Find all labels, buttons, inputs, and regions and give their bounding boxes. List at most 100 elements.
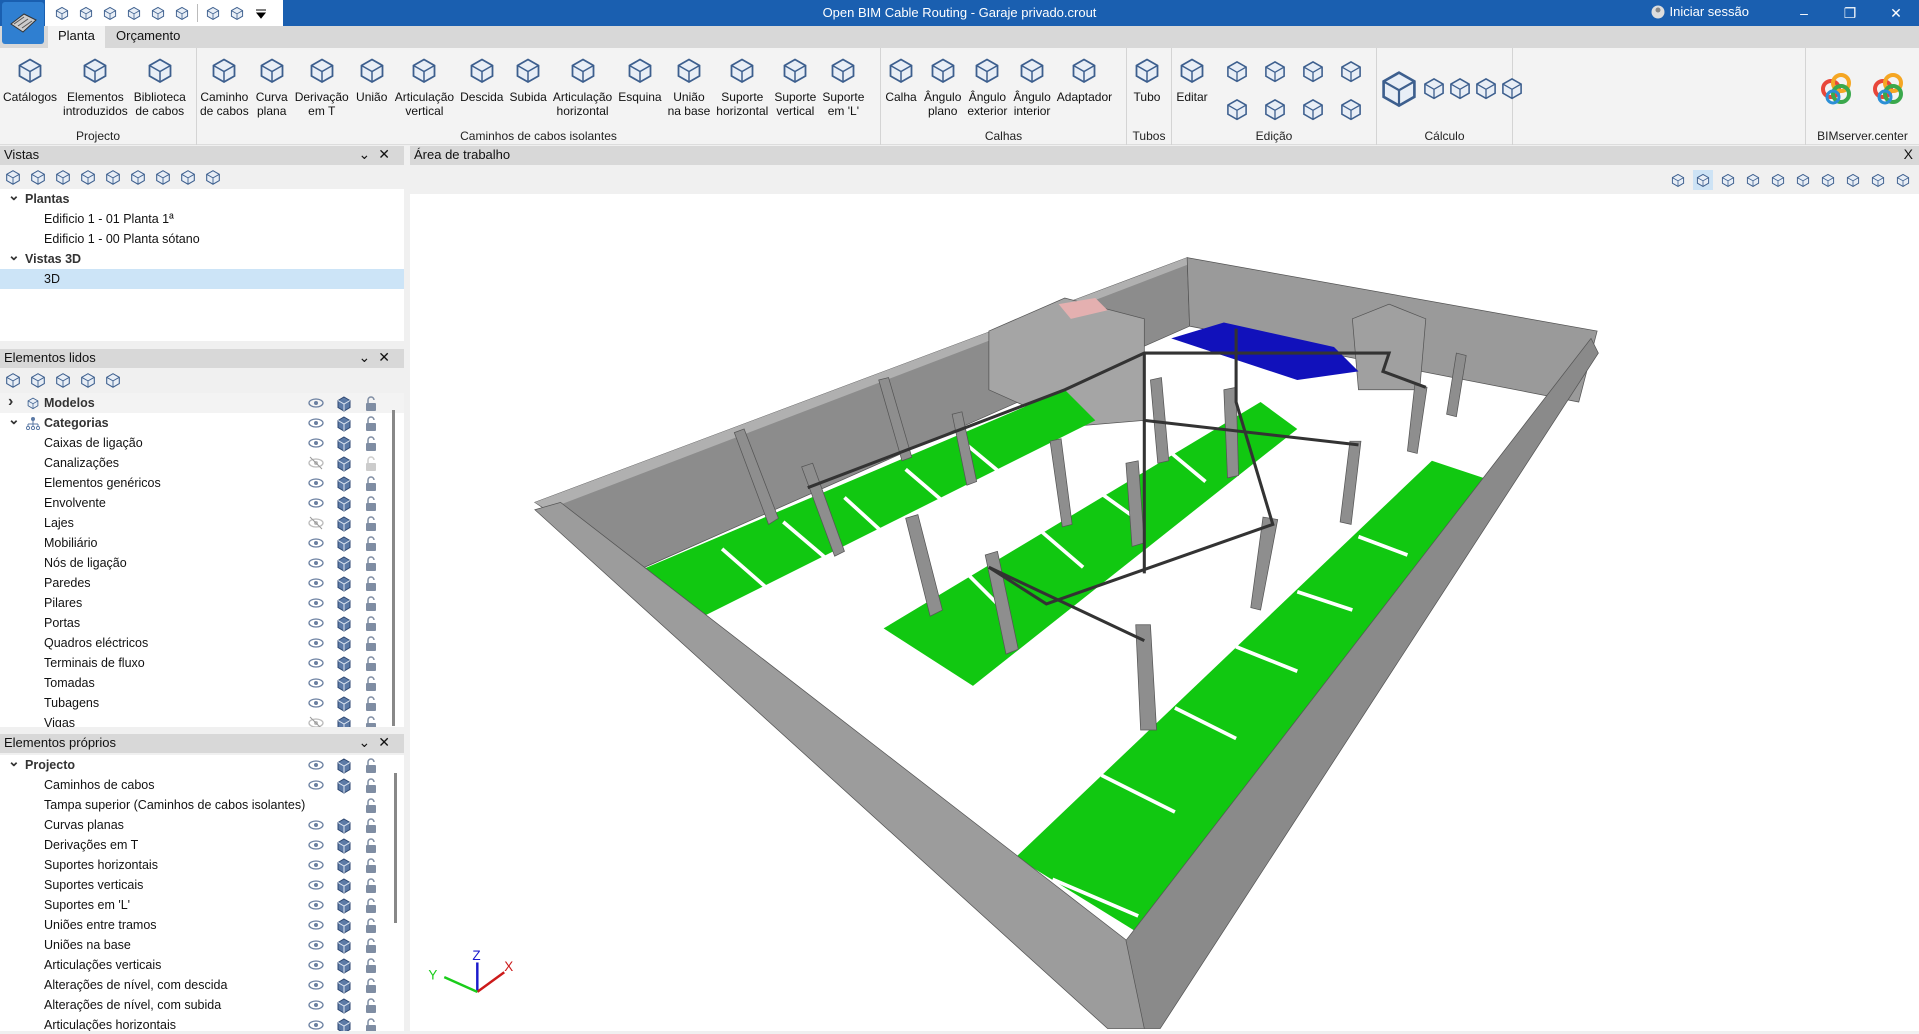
- eye-icon[interactable]: [308, 656, 324, 670]
- tree-item[interactable]: Suportes verticais: [0, 875, 404, 895]
- copy-button[interactable]: [1218, 52, 1256, 90]
- tree-item[interactable]: Tampa superior (Caminhos de cabos isolan…: [0, 795, 404, 815]
- app-menu-button[interactable]: [2, 2, 44, 44]
- caminho-de-cabos-button[interactable]: Caminho de cabos: [197, 52, 252, 124]
- lock-open-icon[interactable]: [364, 918, 380, 933]
- selectable-cube-icon[interactable]: [336, 536, 352, 552]
- isolate-button[interactable]: [79, 371, 97, 389]
- tree-item[interactable]: Derivações em T: [0, 835, 404, 855]
- hide-button[interactable]: [1718, 170, 1738, 190]
- chevron-right-icon[interactable]: ›: [8, 393, 13, 411]
- delete-view-button[interactable]: [79, 168, 97, 186]
- eye-hidden-icon[interactable]: [308, 716, 324, 727]
- collapse-button[interactable]: [29, 371, 47, 389]
- eye-icon[interactable]: [308, 636, 324, 650]
- eye-hidden-icon[interactable]: [308, 516, 324, 530]
- selectable-cube-icon[interactable]: [336, 878, 352, 894]
- 3d-view-button[interactable]: [1893, 170, 1913, 190]
- tree-item[interactable]: Articulações horizontais: [0, 1015, 404, 1031]
- angulo-plano-button[interactable]: Ângulo plano: [921, 52, 964, 124]
- close-button[interactable]: ✕: [1873, 0, 1919, 26]
- eye-icon[interactable]: [308, 396, 324, 410]
- tree-item[interactable]: Terminais de fluxo: [0, 653, 404, 673]
- articulacao-horizontal-button[interactable]: Articulação horizontal: [550, 52, 615, 124]
- biblioteca-de-cabos-button[interactable]: Biblioteca de cabos: [131, 52, 189, 124]
- tree-item[interactable]: Edificio 1 - 00 Planta sótano: [0, 229, 404, 249]
- tree-group-projecto[interactable]: ⌄ Projecto: [0, 755, 404, 775]
- esquina-button[interactable]: Esquina: [615, 52, 664, 124]
- eye-icon[interactable]: [308, 898, 324, 912]
- selectable-cube-icon[interactable]: [336, 616, 352, 632]
- tree-item[interactable]: Pilares: [0, 593, 404, 613]
- close-icon[interactable]: ✕: [378, 734, 398, 750]
- lock-open-icon[interactable]: [364, 436, 380, 451]
- axes-button[interactable]: [1668, 170, 1688, 190]
- view-eye-button[interactable]: [104, 168, 122, 186]
- tree-item[interactable]: Articulações verticais: [0, 955, 404, 975]
- tree-item[interactable]: Curvas planas: [0, 815, 404, 835]
- close-icon[interactable]: ✕: [378, 349, 398, 365]
- lock-open-icon[interactable]: [364, 556, 380, 571]
- lock-open-icon[interactable]: [364, 716, 380, 727]
- selectable-cube-icon[interactable]: [336, 476, 352, 492]
- scale-button[interactable]: [1294, 90, 1332, 128]
- tab-orcamento[interactable]: Orçamento: [106, 26, 190, 48]
- eye-icon[interactable]: [308, 978, 324, 992]
- orbit-center-button[interactable]: [1743, 170, 1763, 190]
- selectable-cube-icon[interactable]: [336, 496, 352, 512]
- tree-item[interactable]: Suportes horizontais: [0, 855, 404, 875]
- tree-item[interactable]: Envolvente: [0, 493, 404, 513]
- lock-open-icon[interactable]: [364, 978, 380, 993]
- selectable-cube-icon[interactable]: [336, 696, 352, 712]
- selectable-cube-icon[interactable]: [336, 818, 352, 834]
- eye-icon[interactable]: [308, 778, 324, 792]
- selectable-cube-icon[interactable]: [336, 676, 352, 692]
- eye-icon[interactable]: [308, 818, 324, 832]
- render-button[interactable]: [1843, 170, 1863, 190]
- edit-view-button[interactable]: [29, 168, 47, 186]
- lock-open-icon[interactable]: [364, 778, 380, 793]
- eye-icon[interactable]: [308, 436, 324, 450]
- lock-open-icon[interactable]: [364, 1018, 380, 1031]
- tree-group-vistas-3d[interactable]: ⌄ Vistas 3D: [0, 247, 404, 269]
- check-trays-button[interactable]: [1421, 52, 1447, 124]
- eye-icon[interactable]: [308, 938, 324, 952]
- articulacao-vertical-button[interactable]: Articulação vertical: [392, 52, 457, 124]
- tubo-button[interactable]: Tubo: [1127, 52, 1167, 124]
- flip-button[interactable]: [1218, 90, 1256, 128]
- selectable-cube-icon[interactable]: [336, 396, 352, 412]
- lock-open-icon[interactable]: [364, 878, 380, 893]
- collapse-icon[interactable]: ⌄: [359, 734, 379, 750]
- tree-item[interactable]: Suportes em 'L': [0, 895, 404, 915]
- eye-icon[interactable]: [308, 958, 324, 972]
- bimserver-share-button[interactable]: [1869, 67, 1909, 110]
- lock-open-icon[interactable]: [364, 798, 380, 813]
- lock-open-icon[interactable]: [364, 416, 380, 431]
- lock-open-icon[interactable]: [364, 536, 380, 551]
- chevron-down-icon[interactable]: ⌄: [8, 755, 20, 770]
- split-button[interactable]: [54, 371, 72, 389]
- lock-open-icon[interactable]: [364, 396, 380, 411]
- connection-node-button[interactable]: [1377, 52, 1421, 124]
- workspace-close-button[interactable]: X: [1904, 146, 1913, 162]
- adaptador-button[interactable]: Adaptador: [1054, 52, 1115, 124]
- lock-open-icon[interactable]: [364, 476, 380, 491]
- eye-hidden-icon[interactable]: [308, 456, 324, 470]
- tree-item[interactable]: Lajes: [0, 513, 404, 533]
- login-button[interactable]: Iniciar sessão: [1651, 4, 1749, 19]
- eye-icon[interactable]: [308, 416, 324, 430]
- erase-button[interactable]: [1256, 52, 1294, 90]
- add-view-button[interactable]: [4, 168, 22, 186]
- screenshot-edit-button[interactable]: [154, 168, 172, 186]
- tree-item[interactable]: Canalizações: [0, 453, 404, 473]
- lock-open-icon[interactable]: [364, 898, 380, 913]
- selectable-cube-icon[interactable]: [336, 778, 352, 794]
- lock-open-icon[interactable]: [364, 998, 380, 1013]
- selectable-cube-icon[interactable]: [336, 958, 352, 974]
- visibility-button[interactable]: [1868, 170, 1888, 190]
- suporte-em-l-button[interactable]: Suporte em 'L': [819, 52, 867, 124]
- copy-view-button[interactable]: [54, 168, 72, 186]
- selectable-cube-icon[interactable]: [336, 556, 352, 572]
- tree-item[interactable]: Uniões na base: [0, 935, 404, 955]
- rotate-button[interactable]: [1332, 90, 1370, 128]
